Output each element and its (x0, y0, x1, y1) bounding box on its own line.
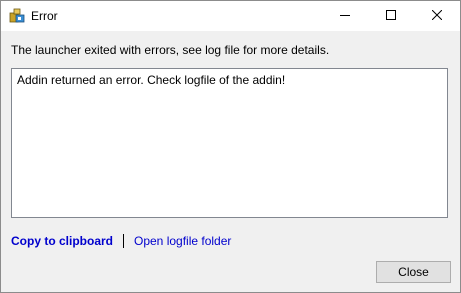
maximize-button[interactable] (368, 1, 414, 31)
minimize-button[interactable] (322, 1, 368, 31)
window-title: Error (31, 9, 58, 23)
close-button[interactable]: Close (376, 261, 451, 283)
open-logfile-folder-link[interactable]: Open logfile folder (134, 234, 231, 248)
close-icon (431, 9, 443, 23)
action-links: Copy to clipboard Open logfile folder (11, 233, 231, 249)
link-separator (123, 234, 124, 248)
copy-to-clipboard-link[interactable]: Copy to clipboard (11, 234, 113, 248)
maximize-icon (386, 9, 396, 23)
close-window-button[interactable] (414, 1, 460, 31)
error-dialog: Error The launcher exited with errors, s… (0, 0, 461, 293)
minimize-icon (340, 9, 350, 23)
launcher-app-icon (9, 8, 25, 24)
title-bar[interactable]: Error (1, 1, 460, 31)
error-message: The launcher exited with errors, see log… (11, 43, 330, 57)
log-output-textbox[interactable]: Addin returned an error. Check logfile o… (11, 68, 448, 218)
